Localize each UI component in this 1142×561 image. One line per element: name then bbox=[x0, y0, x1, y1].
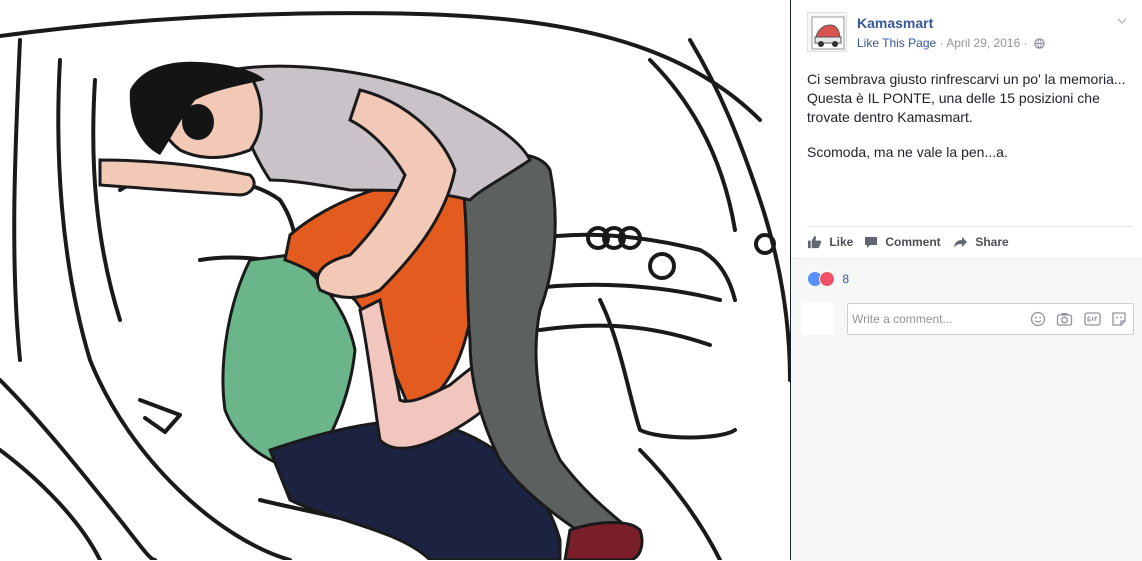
reaction-summary[interactable]: 8 bbox=[807, 271, 849, 289]
comment-box bbox=[847, 303, 1134, 335]
post-date[interactable]: April 29, 2016 bbox=[946, 36, 1020, 50]
comment-button[interactable]: Comment bbox=[864, 235, 941, 249]
post-text-line-2: Questa è IL PONTE, una delle 15 posizion… bbox=[807, 90, 1100, 106]
post-text-line-1: Ci sembrava giusto rinfrescarvi un po' l… bbox=[807, 71, 1126, 87]
post-message: Ci sembrava giusto rinfrescarvi un po' l… bbox=[807, 70, 1137, 178]
man-sunglasses bbox=[182, 104, 214, 140]
like-label: Like bbox=[829, 235, 854, 249]
post-sidebar: Kamasmart Like This Page · April 29, 201… bbox=[791, 0, 1142, 561]
post-text-line-3: trovate dentro Kamasmart. bbox=[807, 109, 973, 125]
meta-separator-2: · bbox=[1023, 36, 1028, 50]
like-button[interactable]: Like bbox=[807, 235, 853, 249]
emoji-icon[interactable] bbox=[1030, 311, 1046, 332]
user-avatar bbox=[801, 303, 833, 335]
camera-icon[interactable] bbox=[1056, 311, 1073, 332]
thumbs-up-icon bbox=[807, 235, 822, 249]
page-name-link[interactable]: Kamasmart bbox=[857, 15, 933, 31]
post-meta: Like This Page · April 29, 2016 · bbox=[857, 36, 1045, 52]
door-handle bbox=[138, 398, 182, 434]
post-header: Kamasmart Like This Page · April 29, 201… bbox=[807, 12, 1132, 54]
comment-tools bbox=[1024, 311, 1127, 329]
post-actions: Like Comment Share bbox=[807, 226, 1132, 259]
like-page-link[interactable]: Like This Page bbox=[857, 36, 936, 50]
car-illustration bbox=[0, 11, 790, 560]
reactions-and-comments: 8 bbox=[791, 258, 1142, 561]
page-avatar[interactable] bbox=[807, 12, 847, 52]
car-logo-icon bbox=[811, 16, 845, 50]
chevron-down-icon[interactable] bbox=[1116, 14, 1128, 32]
share-label: Share bbox=[975, 235, 1009, 249]
share-arrow-icon bbox=[954, 237, 967, 248]
share-button[interactable]: Share bbox=[953, 235, 1009, 249]
post-photo[interactable] bbox=[0, 0, 790, 560]
meta-separator: · bbox=[939, 36, 944, 50]
post-text-line-4: Scomoda, ma ne vale la pen...a. bbox=[807, 144, 1008, 160]
comment-label: Comment bbox=[885, 235, 941, 249]
globe-icon bbox=[1034, 38, 1045, 52]
comment-composer bbox=[801, 303, 1134, 339]
speech-bubble-icon bbox=[865, 237, 877, 248]
sticker-icon[interactable] bbox=[1111, 311, 1127, 332]
comment-input[interactable] bbox=[848, 304, 1036, 334]
gif-icon[interactable] bbox=[1083, 311, 1101, 332]
man-shoe bbox=[563, 521, 644, 560]
reaction-count: 8 bbox=[842, 272, 850, 286]
love-reaction-icon bbox=[819, 271, 835, 287]
